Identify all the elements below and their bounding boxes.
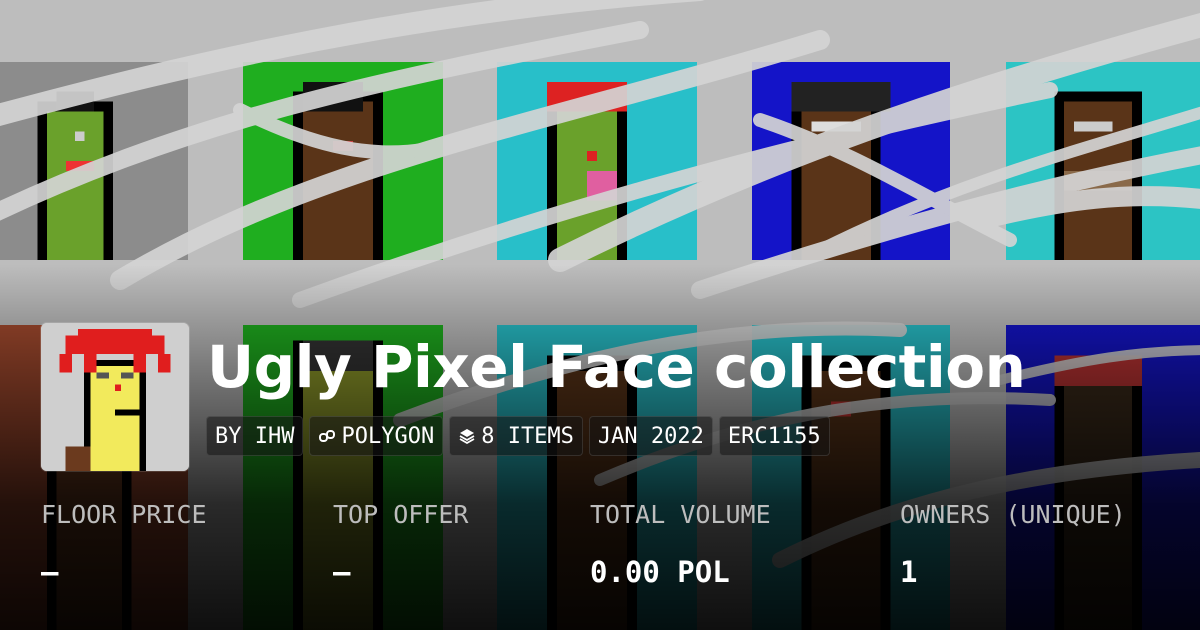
standard-label: ERC1155	[727, 423, 821, 449]
collection-info-chips: BY IHW POLYGON 8 ITEMS JAN 2022 ERC1155	[206, 416, 830, 456]
stat-label: FLOOR PRICE	[41, 500, 207, 529]
stat-value: 1	[900, 555, 918, 589]
collection-title: Ugly Pixel Face collection	[207, 333, 1026, 401]
chain-chip[interactable]: POLYGON	[309, 416, 444, 456]
stat-floor-price: FLOOR PRICE –	[41, 500, 207, 589]
items-label: 8 ITEMS	[481, 423, 574, 449]
standard-chip: ERC1155	[718, 416, 830, 456]
collection-stats: FLOOR PRICE – TOP OFFER – TOTAL VOLUME 0…	[0, 500, 1200, 610]
stat-label: TOTAL VOLUME	[590, 500, 771, 529]
date-chip: JAN 2022	[588, 416, 713, 456]
stat-label: OWNERS (UNIQUE)	[900, 500, 1126, 529]
collection-avatar	[41, 323, 189, 471]
creator-chip[interactable]: BY IHW	[206, 416, 304, 456]
collection-page: Ugly Pixel Face collection BY IHW POLYGO…	[0, 0, 1200, 630]
stat-top-offer: TOP OFFER –	[333, 500, 468, 589]
stat-value: –	[41, 555, 59, 589]
stat-label: TOP OFFER	[333, 500, 469, 529]
polygon-link-icon	[318, 427, 336, 445]
date-label: JAN 2022	[597, 423, 704, 449]
stat-value: 0.00 POL	[590, 555, 730, 589]
items-chip: 8 ITEMS	[449, 416, 583, 456]
layers-icon	[458, 427, 476, 445]
chain-label: POLYGON	[341, 423, 435, 449]
stat-owners: OWNERS (UNIQUE) 1	[900, 500, 1126, 589]
creator-label: BY IHW	[215, 423, 295, 449]
stat-total-volume: TOTAL VOLUME 0.00 POL	[590, 500, 771, 589]
stat-value: –	[333, 555, 351, 589]
